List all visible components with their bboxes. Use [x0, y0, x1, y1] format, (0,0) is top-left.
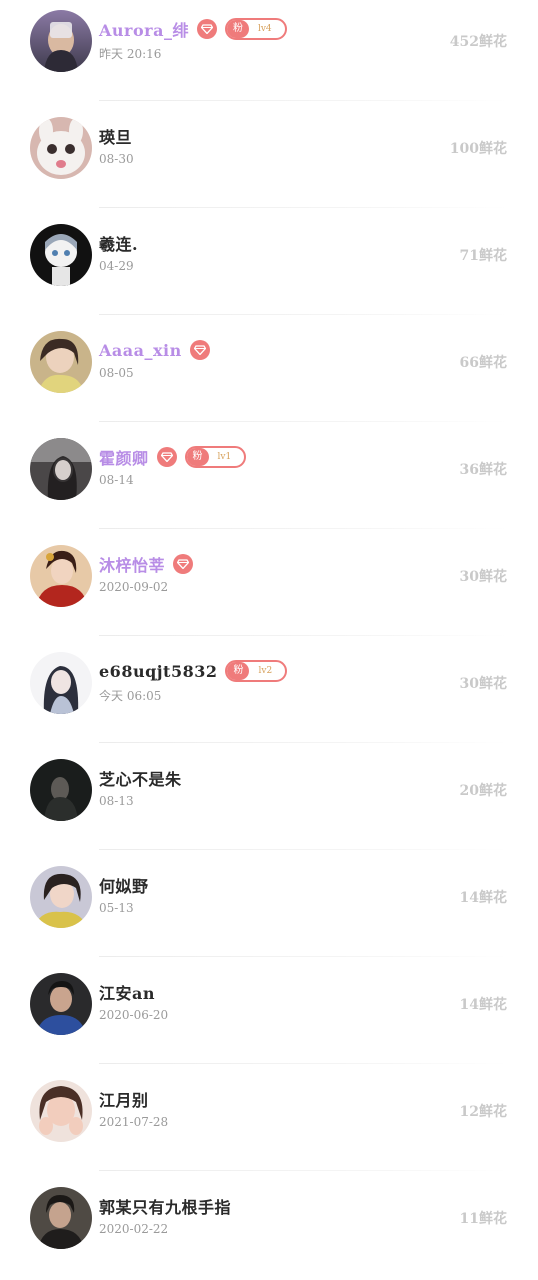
diamond-icon	[189, 340, 210, 360]
avatar[interactable]	[30, 1080, 92, 1142]
divider	[99, 207, 508, 208]
avatar[interactable]	[30, 438, 92, 500]
fan-level: lv4	[257, 24, 272, 34]
gift-time: 08-30	[99, 152, 134, 166]
divider	[99, 314, 508, 315]
list-item[interactable]: 郭某只有九根手指 2020-02-22 11鲜花	[0, 1177, 538, 1280]
fan-level: lv2	[258, 666, 273, 676]
divider	[99, 742, 508, 743]
avatar[interactable]	[30, 224, 92, 286]
avatar[interactable]	[30, 973, 92, 1035]
gift-ranking-list: Aurora_绯 粉 lv4 昨天 20:16 452鲜花 瑛旦 08-30 1…	[0, 0, 538, 1280]
list-item[interactable]: Aaaa_xin 08-05 66鲜花	[0, 321, 538, 428]
gift-time: 2020-02-22	[99, 1222, 169, 1236]
gift-time: 昨天 20:16	[99, 47, 162, 61]
list-item[interactable]: 江安an 2020-06-20 14鲜花	[0, 963, 538, 1070]
user-name[interactable]: 沐梓怡莘	[99, 552, 165, 576]
list-item[interactable]: 何姒野 05-13 14鲜花	[0, 856, 538, 963]
avatar[interactable]	[30, 331, 92, 393]
fan-label: 粉	[186, 448, 209, 466]
divider	[99, 849, 508, 850]
flower-count: 11鲜花	[459, 1211, 507, 1227]
flower-count: 14鲜花	[459, 890, 507, 906]
list-item[interactable]: 沐梓怡莘 2020-09-02 30鲜花	[0, 535, 538, 642]
list-item[interactable]: 芝心不是朱 08-13 20鲜花	[0, 749, 538, 856]
user-name[interactable]: 芝心不是朱	[99, 766, 182, 790]
gift-time: 2020-06-20	[99, 1008, 169, 1022]
flower-count: 71鲜花	[459, 248, 507, 264]
gift-time: 08-05	[99, 366, 134, 380]
divider	[99, 100, 508, 101]
avatar[interactable]	[30, 759, 92, 821]
avatar[interactable]	[30, 545, 92, 607]
gift-time: 05-13	[99, 901, 134, 915]
flower-count: 30鲜花	[459, 569, 507, 585]
fan-level-badge: 粉 lv4	[224, 18, 287, 40]
gift-time: 08-14	[99, 473, 134, 487]
list-item[interactable]: 羲连. 04-29 71鲜花	[0, 214, 538, 321]
fan-label: 粉	[226, 20, 249, 38]
gift-time: 04-29	[99, 259, 134, 273]
list-item[interactable]: 江月别 2021-07-28 12鲜花	[0, 1070, 538, 1177]
list-item[interactable]: 霍颜卿 粉 lv1 08-14 36鲜花	[0, 428, 538, 535]
user-name[interactable]: 何姒野	[99, 873, 149, 897]
list-item[interactable]: e68uqjt5832 粉 lv2 今天 06:05 30鲜花	[0, 642, 538, 749]
gift-time: 今天 06:05	[99, 689, 162, 703]
avatar[interactable]	[30, 117, 92, 179]
user-name[interactable]: Aurora_绯	[99, 17, 189, 41]
avatar[interactable]	[30, 652, 92, 714]
diamond-icon	[156, 447, 177, 467]
fan-level: lv1	[217, 452, 232, 462]
user-name[interactable]: 羲连.	[99, 231, 138, 255]
fan-label: 粉	[227, 662, 250, 680]
avatar[interactable]	[30, 1187, 92, 1249]
flower-count: 66鲜花	[459, 355, 507, 371]
divider	[99, 635, 508, 636]
user-name[interactable]: 郭某只有九根手指	[99, 1194, 231, 1218]
flower-count: 100鲜花	[449, 141, 507, 157]
user-name[interactable]: 江安an	[99, 980, 155, 1004]
flower-count: 452鲜花	[449, 34, 507, 50]
gift-time: 2021-07-28	[99, 1115, 169, 1129]
gift-time: 08-13	[99, 794, 134, 808]
user-name[interactable]: 江月别	[99, 1087, 149, 1111]
avatar[interactable]	[30, 10, 92, 72]
flower-count: 12鲜花	[459, 1104, 507, 1120]
divider	[99, 1063, 508, 1064]
flower-count: 20鲜花	[459, 783, 507, 799]
divider	[99, 528, 508, 529]
user-name[interactable]: Aaaa_xin	[99, 341, 182, 360]
list-item[interactable]: Aurora_绯 粉 lv4 昨天 20:16 452鲜花	[0, 0, 538, 107]
divider	[99, 421, 508, 422]
user-name[interactable]: e68uqjt5832	[99, 662, 217, 681]
divider	[99, 956, 508, 957]
diamond-icon	[173, 554, 194, 574]
fan-level-badge: 粉 lv1	[184, 446, 247, 468]
list-item[interactable]: 瑛旦 08-30 100鲜花	[0, 107, 538, 214]
flower-count: 14鲜花	[459, 997, 507, 1013]
flower-count: 30鲜花	[459, 676, 507, 692]
flower-count: 36鲜花	[459, 462, 507, 478]
gift-time: 2020-09-02	[99, 580, 169, 594]
user-name[interactable]: 霍颜卿	[99, 445, 149, 469]
fan-level-badge: 粉 lv2	[225, 660, 288, 682]
avatar[interactable]	[30, 866, 92, 928]
diamond-icon	[196, 19, 217, 39]
divider	[99, 1170, 508, 1171]
user-name[interactable]: 瑛旦	[99, 124, 132, 148]
